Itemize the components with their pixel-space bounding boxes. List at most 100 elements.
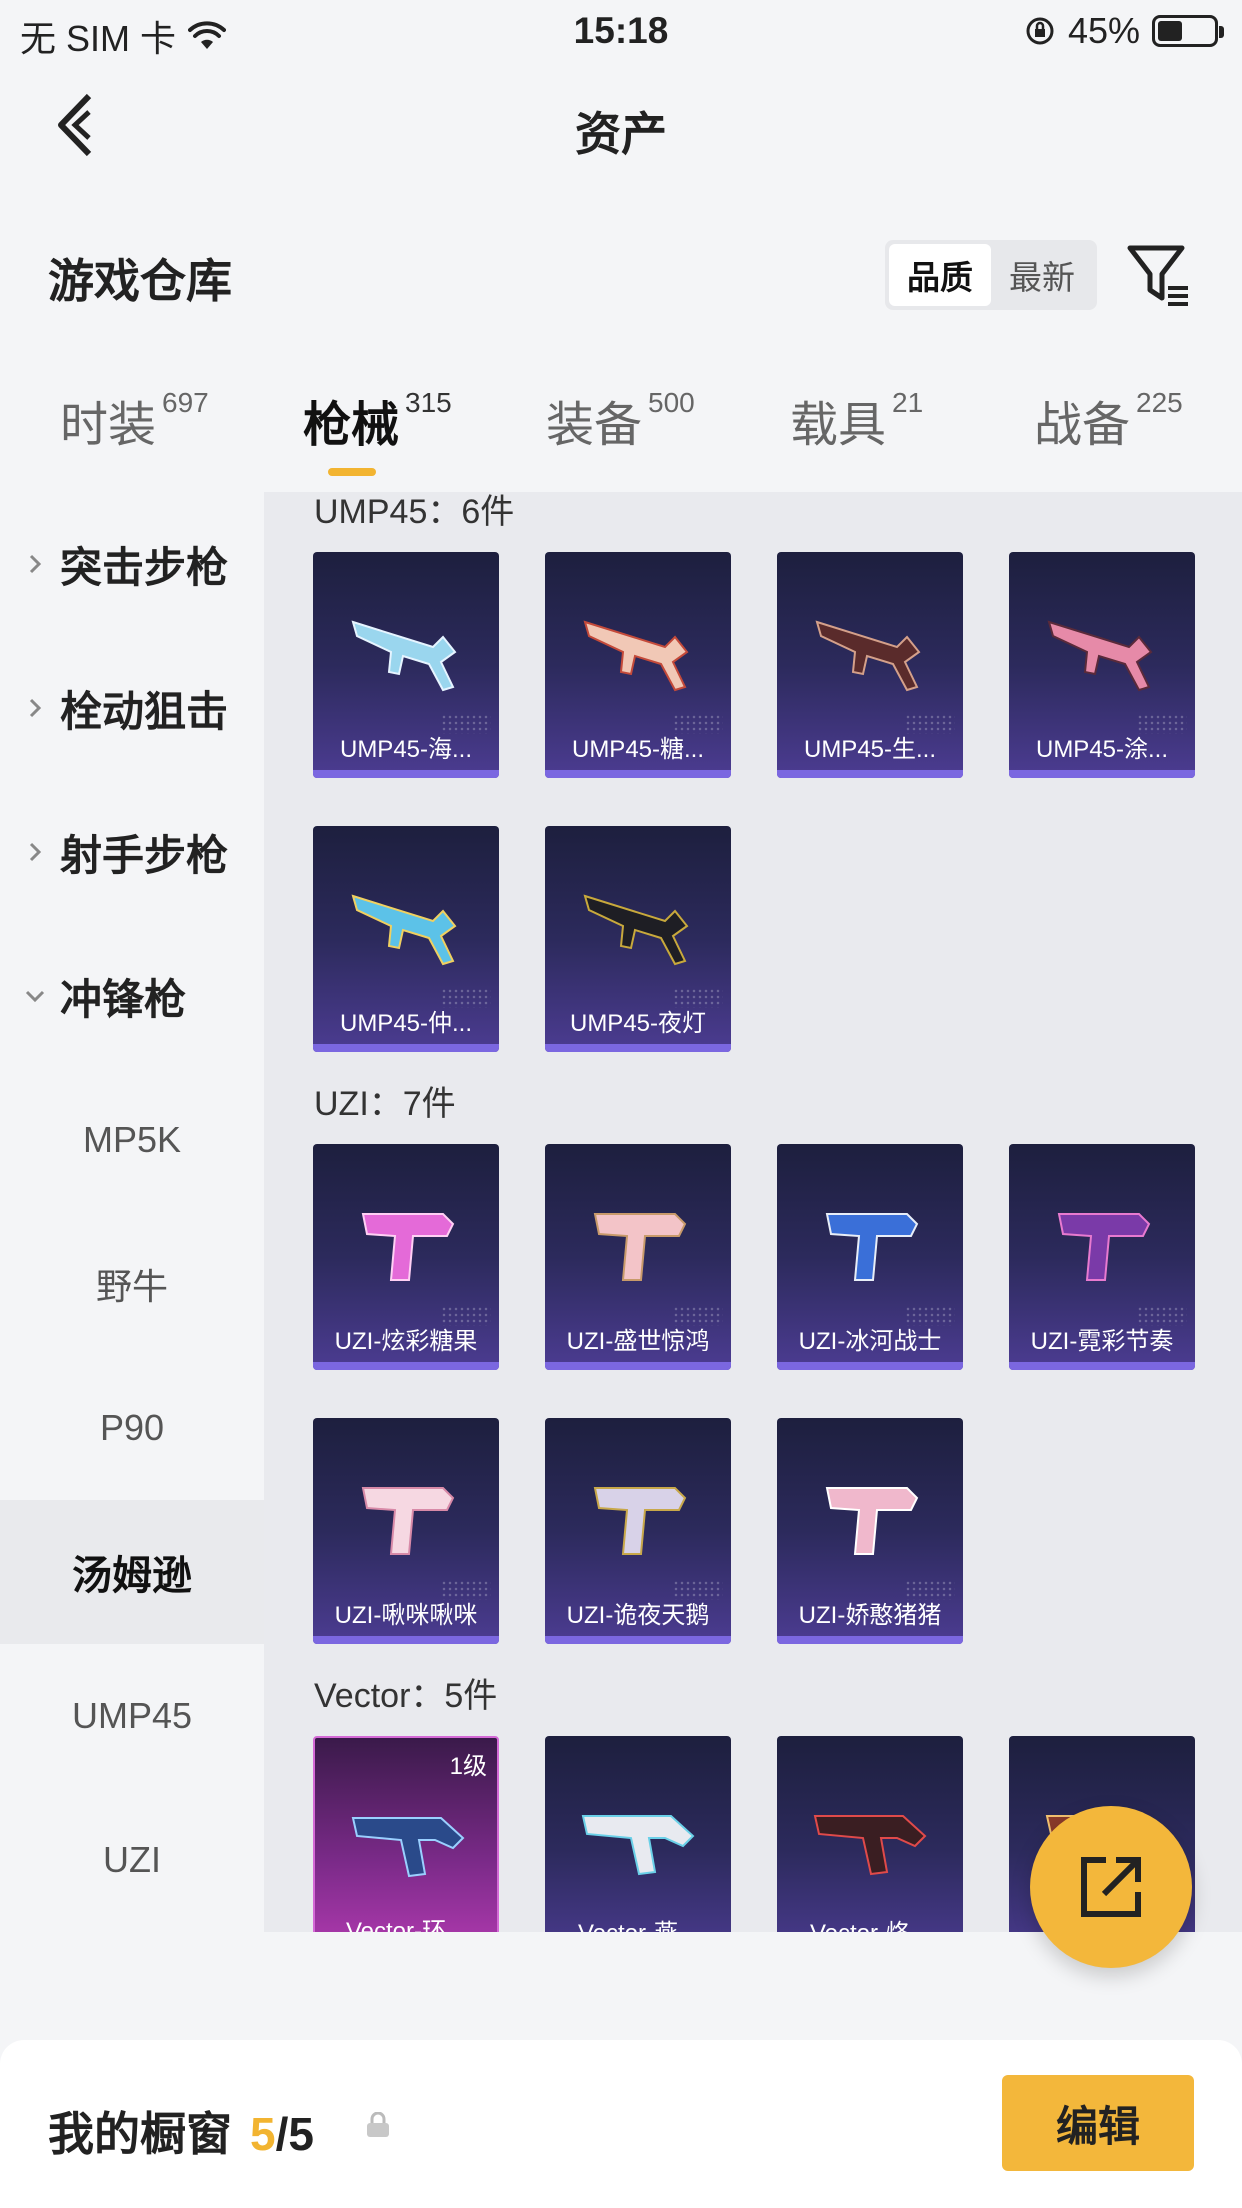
sidebar-item-label: 汤姆逊 (72, 1554, 192, 1598)
quality-bar (545, 1044, 731, 1052)
sidebar-item-p90[interactable]: P90 (0, 1356, 264, 1500)
sidebar-item-label: 野牛 (95, 1266, 168, 1307)
weapon-card[interactable]: UMP45-海... (313, 552, 499, 778)
edit-button[interactable]: 编辑 (1002, 2075, 1194, 2171)
weapon-card[interactable]: UZI-诡夜天鹅 (545, 1418, 731, 1644)
ump45-skin-icon (583, 620, 689, 692)
weapon-name: UZI-炫彩糖果 (334, 1328, 478, 1355)
ump45-skin-icon (1047, 620, 1153, 692)
weapon-card[interactable]: Vector-烙... (777, 1736, 963, 1932)
vector-skin-icon (581, 1815, 695, 1876)
tab-vehicles[interactable]: 载具 21 (790, 385, 923, 455)
tab-count: 21 (892, 387, 924, 418)
section-title: 游戏仓库 (48, 255, 232, 307)
quality-bar (545, 770, 731, 778)
weapon-name: UMP45-涂... (1035, 736, 1169, 763)
weapon-name: UMP45-夜灯 (569, 1010, 707, 1037)
group-header-ump45: UMP45：6件 (314, 493, 515, 531)
weapon-name: UZI-霓彩节奏 (1030, 1328, 1174, 1355)
chevron-right-icon (24, 553, 46, 575)
showcase-title-group: 我的橱窗 5/5 (48, 2098, 314, 2164)
uzi-skin-icon (361, 1213, 455, 1281)
tab-label: 装备 (546, 399, 643, 452)
weapon-card[interactable]: UZI-娇憨猪猪 (777, 1418, 963, 1644)
sidebar-item-label: 突击步枪 (60, 543, 229, 591)
weapon-type-sidebar: 突击步枪 栓动狙击 射手步枪 冲锋枪 MP5K 野牛 P90 汤姆逊 UMP45… (0, 492, 264, 1932)
sidebar-item-label: P90 (99, 1407, 165, 1448)
quality-bar (313, 770, 499, 778)
group-header-vector: Vector：5件 (314, 1677, 498, 1715)
vector-skin-icon (813, 1815, 927, 1876)
chevron-right-icon (24, 841, 46, 863)
weapon-name: UZI-冰河战士 (798, 1328, 942, 1355)
showcase-total: 5 (288, 2108, 314, 2160)
sidebar-item-uzi[interactable]: UZI (0, 1788, 264, 1932)
sidebar-item-assault-rifle[interactable]: 突击步枪 (0, 492, 264, 636)
orientation-lock-icon (1026, 17, 1054, 45)
category-tabs: 时装 697 枪械 315 装备 500 载具 21 战备 225 (0, 385, 1242, 485)
weapon-card[interactable]: UMP45-糖... (545, 552, 731, 778)
sidebar-item-bolt-sniper[interactable]: 栓动狙击 (0, 636, 264, 780)
ump45-skin-icon (351, 620, 457, 692)
sidebar-item-label: 冲锋枪 (60, 975, 187, 1023)
ump45-skin-icon (815, 620, 921, 692)
weapon-card[interactable]: Vector-燕... (545, 1736, 731, 1932)
vector-skin-icon (351, 1817, 465, 1878)
sidebar-item-label: MP5K (82, 1119, 182, 1160)
weapon-name: UZI-啾咪啾咪 (334, 1602, 478, 1629)
uzi-skin-icon (593, 1213, 687, 1281)
filter-icon (1127, 245, 1188, 306)
showcase-separator: / (275, 2108, 289, 2160)
tab-equipment[interactable]: 装备 500 (546, 385, 695, 455)
weapon-card[interactable]: UMP45-夜灯 (545, 826, 731, 1052)
weapon-card[interactable]: 1级 Vector-环... (313, 1736, 499, 1932)
weapon-card[interactable]: UMP45-涂... (1009, 552, 1195, 778)
weapon-card[interactable]: UZI-盛世惊鸿 (545, 1144, 731, 1370)
sidebar-item-thompson[interactable]: 汤姆逊 (0, 1500, 264, 1644)
quality-bar (545, 1362, 731, 1370)
weapon-card[interactable]: UMP45-生... (777, 552, 963, 778)
showcase-bar: 我的橱窗 5/5 编辑 (0, 2040, 1242, 2208)
tab-label: 战备 (1034, 399, 1131, 452)
sort-quality-option[interactable]: 品质 (889, 244, 991, 306)
tab-label: 载具 (790, 399, 887, 452)
tab-firearms[interactable]: 枪械 315 (303, 385, 452, 455)
weapon-name: UZI-娇憨猪猪 (798, 1602, 942, 1629)
sort-toggle: 品质 最新 (885, 240, 1097, 310)
share-button[interactable] (1030, 1806, 1192, 1968)
status-right: 45% (1024, 10, 1224, 52)
sidebar-item-mp5k[interactable]: MP5K (0, 1068, 264, 1212)
sidebar-item-bizon[interactable]: 野牛 (0, 1212, 264, 1356)
tab-fashion[interactable]: 时装 697 (60, 385, 209, 455)
sidebar-item-smg[interactable]: 冲锋枪 (0, 924, 264, 1068)
weapon-name: UMP45-海... (339, 736, 473, 763)
weapon-name: UZI-诡夜天鹅 (566, 1602, 710, 1629)
tab-combat-gear[interactable]: 战备 225 (1034, 385, 1183, 455)
chevron-down-icon (24, 985, 46, 1007)
sidebar-item-label: 射手步枪 (60, 831, 229, 879)
sidebar-item-label: UZI (103, 1839, 161, 1880)
uzi-skin-icon (825, 1487, 919, 1555)
filter-button[interactable] (1124, 240, 1194, 310)
lock-icon (367, 2112, 389, 2137)
sidebar-item-ump45[interactable]: UMP45 (0, 1644, 264, 1788)
weapon-card[interactable]: UZI-冰河战士 (777, 1144, 963, 1370)
weapon-card[interactable]: UZI-霓彩节奏 (1009, 1144, 1195, 1370)
chevron-right-icon (24, 697, 46, 719)
weapon-card[interactable]: UMP45-仲... (313, 826, 499, 1052)
uzi-skin-icon (593, 1487, 687, 1555)
weapon-name: Vector-燕... (545, 1913, 731, 1932)
weapon-grid: UMP45：6件 UMP45-海... UMP45-糖... UMP45-生..… (264, 492, 1242, 1932)
weapon-name: UMP45-仲... (339, 1010, 473, 1037)
page-title: 资产 (575, 108, 667, 160)
weapon-card[interactable]: UZI-啾咪啾咪 (313, 1418, 499, 1644)
sort-newest-option[interactable]: 最新 (991, 244, 1093, 306)
weapon-name: Vector-烙... (777, 1913, 963, 1932)
tab-count: 225 (1136, 387, 1183, 418)
quality-bar (313, 1636, 499, 1644)
weapon-card[interactable]: UZI-炫彩糖果 (313, 1144, 499, 1370)
weapon-name: UMP45-糖... (571, 736, 705, 763)
status-bar: 无 SIM 卡 15:18 45% (0, 0, 1242, 62)
sidebar-item-marksman-rifle[interactable]: 射手步枪 (0, 780, 264, 924)
weapon-name: Vector-环... (345, 1918, 467, 1932)
